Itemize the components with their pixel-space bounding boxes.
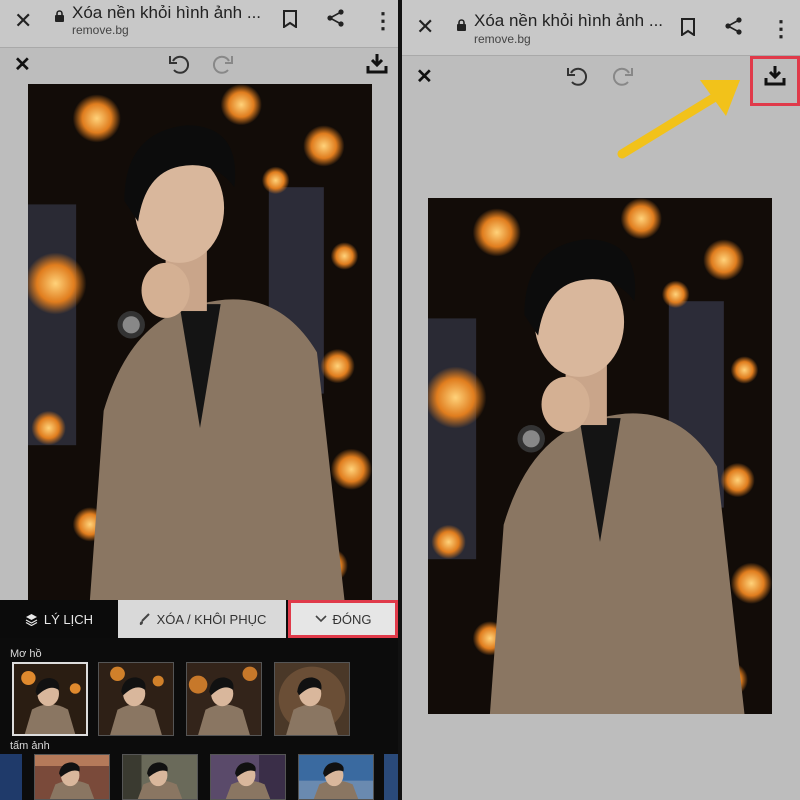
undo-icon[interactable] (566, 65, 588, 87)
lock-icon (457, 19, 466, 31)
tab-erase-restore[interactable]: XÓA / KHÔI PHỤC (118, 600, 286, 638)
thumb-image (123, 755, 197, 799)
portrait-illustration (28, 84, 372, 600)
thumb-image (299, 755, 373, 799)
brush-icon (139, 612, 150, 625)
thumb-image (187, 663, 261, 735)
page-title: Xóa nền khỏi hình ảnh ... (72, 3, 262, 22)
tab-close[interactable]: ĐÓNG (288, 600, 398, 638)
close-tab-icon[interactable]: ✕ (416, 14, 434, 40)
share-icon[interactable] (724, 16, 744, 36)
right-panel: ✕ Xóa nền khỏi hình ảnh ... remove.bg ⋮ … (402, 0, 800, 800)
page-url[interactable]: remove.bg (72, 23, 129, 37)
page-url[interactable]: remove.bg (474, 32, 531, 46)
blur-option-thumb[interactable] (98, 662, 174, 736)
tab-erase-restore-label: XÓA / KHÔI PHỤC (156, 611, 267, 627)
share-icon[interactable] (326, 8, 346, 28)
page-title: Xóa nền khỏi hình ảnh ... (474, 11, 664, 30)
photo-option-thumb[interactable] (384, 754, 398, 800)
thumb-image (275, 663, 349, 735)
thumb-image (14, 664, 86, 734)
layers-icon (25, 613, 38, 626)
more-vert-icon[interactable]: ⋮ (770, 18, 792, 40)
section-photo-label: tấm ảnh (10, 740, 50, 752)
thumb-image (99, 663, 173, 735)
download-highlight (750, 56, 800, 106)
tab-background-label: LÝ LỊCH (43, 611, 94, 627)
undo-icon[interactable] (168, 53, 190, 75)
photo-option-thumb[interactable] (0, 754, 22, 800)
background-options: Mơ hồ tấm ảnh (0, 638, 398, 800)
chevron-down-icon (314, 615, 327, 623)
portrait-illustration (428, 198, 772, 714)
lock-icon (55, 10, 64, 22)
close-editor-icon[interactable]: ✕ (416, 64, 433, 89)
arrow-icon (617, 80, 740, 159)
section-blur-label: Mơ hồ (10, 648, 42, 660)
tab-close-label: ĐÓNG (332, 611, 372, 627)
thumb-image (211, 755, 285, 799)
blur-option-thumb[interactable] (12, 662, 88, 736)
left-panel: ✕ Xóa nền khỏi hình ảnh ... remove.bg ⋮ … (0, 0, 398, 800)
photo-option-thumb[interactable] (34, 754, 110, 800)
bookmark-icon[interactable] (282, 10, 298, 28)
download-icon[interactable] (366, 52, 388, 74)
redo-icon[interactable] (212, 53, 234, 75)
tab-background[interactable]: LÝ LỊCH (0, 600, 118, 638)
close-tab-icon[interactable]: ✕ (14, 8, 32, 34)
edited-photo (28, 84, 372, 600)
browser-bar: ✕ Xóa nền khỏi hình ảnh ... remove.bg ⋮ (0, 0, 398, 48)
thumb-image (0, 754, 22, 800)
more-vert-icon[interactable]: ⋮ (372, 10, 394, 32)
blur-option-thumb[interactable] (186, 662, 262, 736)
edited-photo (428, 198, 772, 714)
blur-option-thumb[interactable] (274, 662, 350, 736)
thumb-image (35, 755, 109, 799)
bookmark-icon[interactable] (680, 18, 696, 36)
close-editor-icon[interactable]: ✕ (14, 52, 31, 77)
photo-option-thumb[interactable] (298, 754, 374, 800)
editor-toolbar: ✕ (0, 50, 398, 80)
thumb-image (384, 754, 398, 800)
editor-tab-bar: LÝ LỊCH XÓA / KHÔI PHỤC ĐÓNG (0, 600, 398, 638)
photo-option-thumb[interactable] (210, 754, 286, 800)
browser-bar: ✕ Xóa nền khỏi hình ảnh ... remove.bg ⋮ (402, 0, 800, 56)
photo-option-thumb[interactable] (122, 754, 198, 800)
